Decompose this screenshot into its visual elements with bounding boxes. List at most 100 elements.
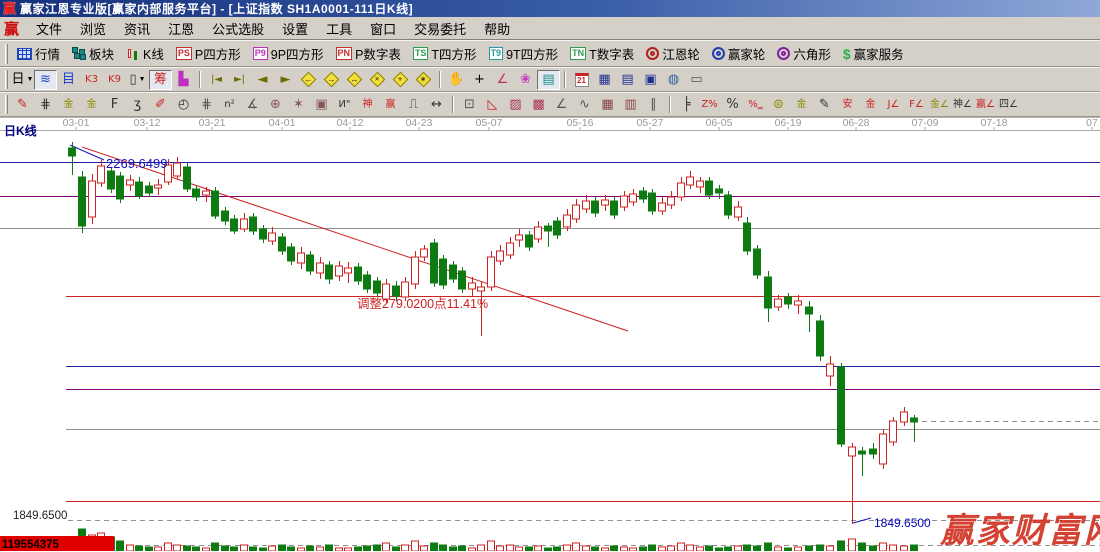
crosshair-tool[interactable]: +	[468, 70, 491, 90]
menu-item-4[interactable]: 公式选股	[203, 17, 273, 40]
kline-button[interactable]: K线	[120, 43, 170, 65]
ying-tool[interactable]: 赢	[379, 95, 402, 115]
mini-k3-icon[interactable]: K3	[80, 70, 103, 90]
kline-chart[interactable]: 03-0103-1203-2104-0104-1204-2305-0705-16…	[0, 117, 1100, 551]
gann-angle-tool[interactable]: ∡	[241, 95, 264, 115]
parallel-lines-tool[interactable]: ∥	[642, 95, 665, 115]
angle-lines-tool[interactable]: ∠	[550, 95, 573, 115]
si-angle-tool[interactable]: 四∠	[997, 95, 1020, 115]
gold-grid2-tool[interactable]: 金	[80, 95, 103, 115]
brush-tool[interactable]: ✎	[11, 95, 34, 115]
ying-angle-tool[interactable]: 赢∠	[974, 95, 997, 115]
gold-grid-tool[interactable]: 金	[57, 95, 80, 115]
winner-wheel-button[interactable]: 赢家轮	[706, 43, 772, 65]
flower-marker-tool[interactable]: ❀	[514, 70, 537, 90]
quotes-button[interactable]: 行情	[11, 43, 66, 65]
web-box-tool[interactable]: ▣	[310, 95, 333, 115]
chart-area[interactable]: 03-0103-1203-2104-0104-1204-2305-0705-16…	[0, 117, 1100, 552]
p-square-button[interactable]: PSP四方形	[170, 43, 247, 65]
prev-bar-button[interactable]: ◄	[251, 70, 274, 90]
menu-item-5[interactable]: 设置	[273, 17, 317, 40]
screener-tool[interactable]: ▤	[537, 70, 560, 90]
zigzag-tool[interactable]: ∿	[573, 95, 596, 115]
brush-lines-tool[interactable]: ✎	[813, 95, 836, 115]
ninep-square-button[interactable]: P99P四方形	[247, 43, 330, 65]
calculator-icon[interactable]: ▦	[593, 70, 616, 90]
compress-diamond-button[interactable]: ×	[366, 70, 389, 90]
menu-item-0[interactable]: 文件	[27, 17, 71, 40]
winner-service-button[interactable]: $赢家服务	[837, 43, 910, 65]
first-bar-button[interactable]: |◄	[205, 70, 228, 90]
calendar-21-icon[interactable]: 21	[570, 70, 593, 90]
gold-angle-tool[interactable]: 金∠	[928, 95, 951, 115]
shift-right-diamond-button[interactable]: →	[320, 70, 343, 90]
menu-item-1[interactable]: 浏览	[71, 17, 115, 40]
menu-item-6[interactable]: 工具	[317, 17, 361, 40]
shen-angle-tool[interactable]: 神∠	[951, 95, 974, 115]
next-bar-button[interactable]: ►	[274, 70, 297, 90]
percent-tool[interactable]: %	[721, 95, 744, 115]
pan-hand-tool[interactable]: ✋	[445, 70, 468, 90]
chip-distribution-icon[interactable]: ≋	[34, 70, 57, 90]
shen-tool[interactable]: 神	[356, 95, 379, 115]
mini-k9-icon[interactable]: K9	[103, 70, 126, 90]
gold-red-lines-tool[interactable]: 金	[859, 95, 882, 115]
f-grid-tool[interactable]: F	[103, 95, 126, 115]
export-data-icon[interactable]: ◍	[662, 70, 685, 90]
percent-z-tool[interactable]: Z%	[698, 95, 721, 115]
angle-measure-tool[interactable]: ∠	[491, 70, 514, 90]
trend-mark-tool[interactable]: И"	[333, 95, 356, 115]
circle-compass-tool[interactable]: ⊕	[264, 95, 287, 115]
time-cycle-tool[interactable]: ◴	[172, 95, 195, 115]
last-bar-button[interactable]: ►|	[228, 70, 251, 90]
save-icon[interactable]: ▣	[639, 70, 662, 90]
menu-item-7[interactable]: 窗口	[361, 17, 405, 40]
gold-lines-tool[interactable]: 金	[790, 95, 813, 115]
info-f10-icon[interactable]: 目	[57, 70, 80, 90]
marker-brush-tool[interactable]: ✐	[149, 95, 172, 115]
shift-left-diamond-button[interactable]: ←	[297, 70, 320, 90]
title-bar[interactable]: 赢 赢家江恩专业版[赢家内部服务平台] - [上证指数 SH1A0001-111…	[0, 0, 1100, 17]
hexagon-button[interactable]: 六角形	[771, 43, 837, 65]
j-angle-tool[interactable]: J∠	[882, 95, 905, 115]
period-day-dropdown[interactable]: 日▼	[11, 70, 34, 90]
square-of-nine-tool[interactable]: n²	[218, 95, 241, 115]
t-square-button[interactable]: TST四方形	[407, 43, 483, 65]
percent-lines-tool[interactable]: %‗	[744, 95, 767, 115]
pane-period-label: 日K线	[4, 123, 37, 138]
grid-box2-tool[interactable]: ▥	[619, 95, 642, 115]
sectors-button[interactable]: 板块	[66, 43, 120, 65]
t-digit-table-button[interactable]: TNT数字表	[564, 43, 640, 65]
zoom-out-diamond-button[interactable]: ∗	[412, 70, 435, 90]
ruler-123-tool[interactable]: ⎍	[402, 95, 425, 115]
menu-item-8[interactable]: 交易委托	[405, 17, 475, 40]
p-digit-table-button[interactable]: PNP数字表	[330, 43, 407, 65]
candle-style-dropdown[interactable]: ▯▼	[126, 70, 149, 90]
grid-box-tool[interactable]: ▦	[596, 95, 619, 115]
expand-diamond-button[interactable]: ↔	[343, 70, 366, 90]
ninet-square-button[interactable]: T99T四方形	[483, 43, 565, 65]
menu-item-3[interactable]: 江恩	[159, 17, 203, 40]
menu-item-9[interactable]: 帮助	[475, 17, 519, 40]
box-select-tool[interactable]: ⊡	[458, 95, 481, 115]
gann-grid-tool[interactable]: ⋕	[34, 95, 57, 115]
chip-peak-icon[interactable]: 筹	[149, 70, 172, 90]
star-web-tool[interactable]: ✶	[287, 95, 310, 115]
price-bars-tool[interactable]: ╞	[675, 95, 698, 115]
web-grid-tool[interactable]: ▩	[527, 95, 550, 115]
spiral-tool[interactable]: ʒ	[126, 95, 149, 115]
width-span-tool[interactable]: ↔	[425, 95, 448, 115]
gann-wheel-button[interactable]: 江恩轮	[640, 43, 706, 65]
gold-circle-tool[interactable]: ⊜	[767, 95, 790, 115]
menu-item-2[interactable]: 资讯	[115, 17, 159, 40]
f-angle-tool[interactable]: F∠	[905, 95, 928, 115]
line-grid-tool[interactable]: ⋕	[195, 95, 218, 115]
shift-right-diamond-button-icon: →	[324, 72, 340, 88]
fan-lines-tool[interactable]: ◺	[481, 95, 504, 115]
system-tools-icon[interactable]: ▭	[685, 70, 708, 90]
fan-box-tool[interactable]: ▨	[504, 95, 527, 115]
zoom-in-diamond-button[interactable]: +	[389, 70, 412, 90]
notepad-icon[interactable]: ▤	[616, 70, 639, 90]
an-lines-tool[interactable]: 安	[836, 95, 859, 115]
intraday-chart-icon[interactable]: ▙	[172, 70, 195, 90]
